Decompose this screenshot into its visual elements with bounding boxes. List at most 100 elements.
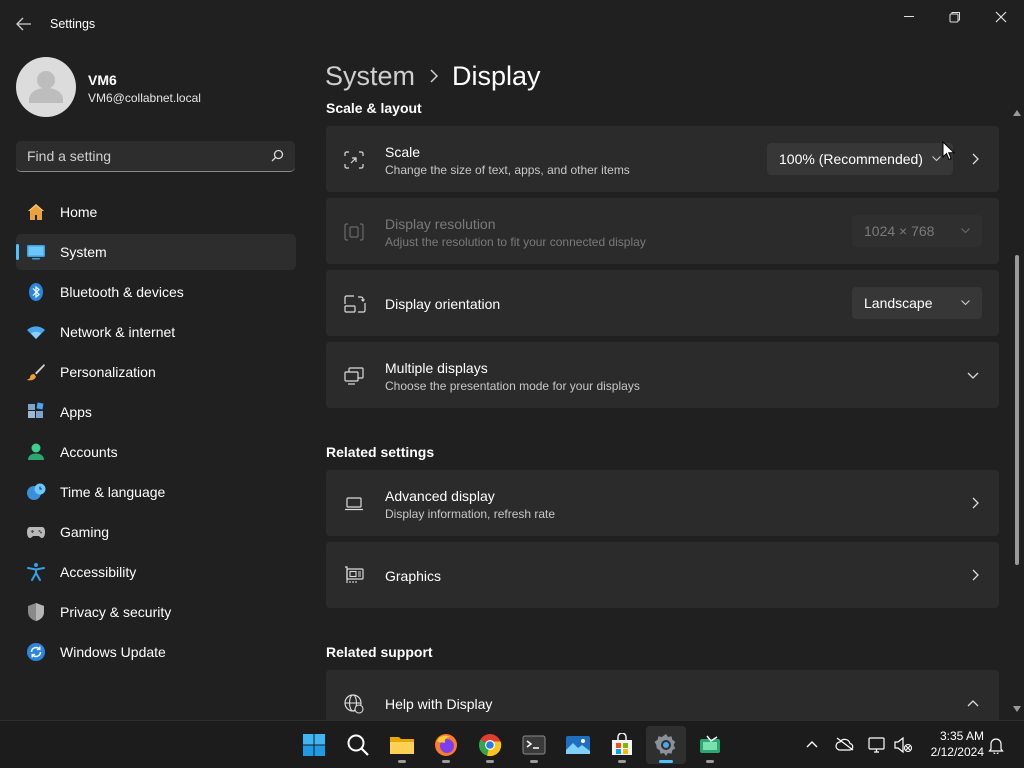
scroll-up-arrow-icon[interactable] xyxy=(1013,110,1021,116)
orientation-title: Display orientation xyxy=(385,296,501,312)
sidebar-item-gaming[interactable]: Gaming xyxy=(16,514,296,550)
close-icon xyxy=(995,11,1007,23)
orientation-dropdown[interactable]: Landscape xyxy=(852,287,982,319)
back-arrow-icon xyxy=(16,17,31,31)
sidebar-item-label: Accounts xyxy=(60,444,118,460)
scale-icon xyxy=(344,151,364,169)
restore-icon xyxy=(949,12,960,23)
sidebar-item-accessibility[interactable]: Accessibility xyxy=(16,554,296,590)
sidebar-item-label: Gaming xyxy=(60,524,110,540)
sidebar-item-accounts[interactable]: Accounts xyxy=(16,434,296,470)
resolution-icon xyxy=(344,223,364,241)
chevron-down-icon xyxy=(961,300,970,306)
search-box[interactable] xyxy=(16,141,295,172)
taskbar-search-button[interactable] xyxy=(338,726,378,764)
scale-dropdown[interactable]: 100% (Recommended) xyxy=(767,143,953,175)
taskbar-app[interactable] xyxy=(690,726,730,764)
notification-bell-icon[interactable] xyxy=(988,736,1004,754)
close-button[interactable] xyxy=(978,4,1024,30)
chevron-right-icon xyxy=(972,569,979,581)
sidebar-nav: Home System Bluetooth & devices Network … xyxy=(16,194,296,674)
avatar[interactable] xyxy=(16,57,76,117)
search-icon[interactable] xyxy=(271,149,284,162)
multiple-displays-icon xyxy=(344,367,364,385)
advanced-display-card[interactable]: Advanced display Display information, re… xyxy=(326,470,999,536)
search-input[interactable] xyxy=(16,141,267,170)
page-title: Display xyxy=(452,60,541,91)
sidebar-item-label: Time & language xyxy=(60,484,166,500)
sidebar-item-home[interactable]: Home xyxy=(16,194,296,230)
sidebar-item-label: Network & internet xyxy=(60,324,176,340)
settings-icon xyxy=(654,734,676,756)
time-language-icon xyxy=(27,483,46,500)
running-indicator xyxy=(398,760,406,763)
multiple-displays-card[interactable]: Multiple displays Choose the presentatio… xyxy=(326,342,999,408)
running-indicator xyxy=(706,760,714,763)
breadcrumb: System Display xyxy=(325,58,541,94)
scale-dropdown-value: 100% (Recommended) xyxy=(779,151,923,167)
profile-email: VM6@collabnet.local xyxy=(88,91,201,105)
resolution-subtitle: Adjust the resolution to fit your connec… xyxy=(385,235,646,249)
breadcrumb-parent[interactable]: System xyxy=(325,61,415,92)
user-avatar-icon xyxy=(29,71,63,103)
globe-help-icon xyxy=(344,694,364,714)
apps-icon xyxy=(28,402,44,418)
system-clock[interactable]: 3:35 AM 2/12/2024 xyxy=(916,728,984,760)
section-title-related-support: Related support xyxy=(326,644,433,660)
network-icon[interactable] xyxy=(867,736,887,754)
mouse-cursor-icon xyxy=(942,141,955,161)
taskbar-chrome[interactable] xyxy=(470,726,510,764)
chevron-up-icon[interactable] xyxy=(967,700,979,707)
sidebar-item-apps[interactable]: Apps xyxy=(16,394,296,430)
maximize-button[interactable] xyxy=(932,4,978,30)
taskbar-settings[interactable] xyxy=(646,726,686,764)
breadcrumb-separator-icon xyxy=(429,69,439,83)
chrome-icon xyxy=(479,734,502,757)
minimize-button[interactable] xyxy=(886,4,932,30)
chevron-up-icon[interactable] xyxy=(806,740,818,748)
chevron-down-icon[interactable] xyxy=(967,372,979,379)
taskbar-firefox[interactable] xyxy=(426,726,466,764)
sidebar-item-personalization[interactable]: Personalization xyxy=(16,354,296,390)
sidebar-item-label: Accessibility xyxy=(60,564,137,580)
scrollbar-thumb[interactable] xyxy=(1015,255,1019,565)
display-orientation-card[interactable]: Display orientation Landscape xyxy=(326,270,999,336)
help-with-display-card[interactable]: Help with Display xyxy=(326,670,999,720)
active-app-indicator xyxy=(659,760,673,763)
sidebar-item-time-language[interactable]: Time & language xyxy=(16,474,296,510)
sidebar-item-windows-update[interactable]: Windows Update xyxy=(16,634,296,670)
home-icon xyxy=(28,204,44,220)
speaker-muted-icon[interactable] xyxy=(893,736,913,754)
chevron-right-icon xyxy=(972,497,979,509)
onedrive-icon[interactable] xyxy=(835,737,855,751)
resolution-dropdown-value: 1024 × 768 xyxy=(864,223,935,239)
title-bar: Settings xyxy=(0,0,1024,48)
scroll-down-arrow-icon[interactable] xyxy=(1013,706,1021,712)
sidebar-item-label: Home xyxy=(60,204,98,220)
sidebar-item-label: Personalization xyxy=(60,364,156,380)
chevron-down-icon xyxy=(961,228,970,234)
sidebar-item-network[interactable]: Network & internet xyxy=(16,314,296,350)
sidebar-item-label: Bluetooth & devices xyxy=(60,284,184,300)
store-icon xyxy=(612,733,632,755)
running-indicator xyxy=(530,760,538,763)
taskbar-file-explorer[interactable] xyxy=(382,726,422,764)
sidebar-item-bluetooth[interactable]: Bluetooth & devices xyxy=(16,274,296,310)
sidebar-item-system[interactable]: System xyxy=(16,234,296,270)
laptop-icon xyxy=(345,497,363,511)
taskbar-start-button[interactable] xyxy=(294,726,334,764)
back-button[interactable] xyxy=(12,14,36,34)
bluetooth-icon xyxy=(29,283,43,301)
section-title-scale-layout: Scale & layout xyxy=(326,100,422,116)
sidebar-item-privacy-security[interactable]: Privacy & security xyxy=(16,594,296,630)
resolution-title: Display resolution xyxy=(385,216,496,232)
profile-name: VM6 xyxy=(88,72,117,88)
app-icon xyxy=(700,735,720,753)
orientation-dropdown-value: Landscape xyxy=(864,295,933,311)
system-icon xyxy=(27,245,45,260)
graphics-card[interactable]: Graphics xyxy=(326,542,999,608)
taskbar-store[interactable] xyxy=(602,726,642,764)
taskbar-photos[interactable] xyxy=(558,726,598,764)
scale-card[interactable]: Scale Change the size of text, apps, and… xyxy=(326,126,999,192)
taskbar-terminal[interactable] xyxy=(514,726,554,764)
